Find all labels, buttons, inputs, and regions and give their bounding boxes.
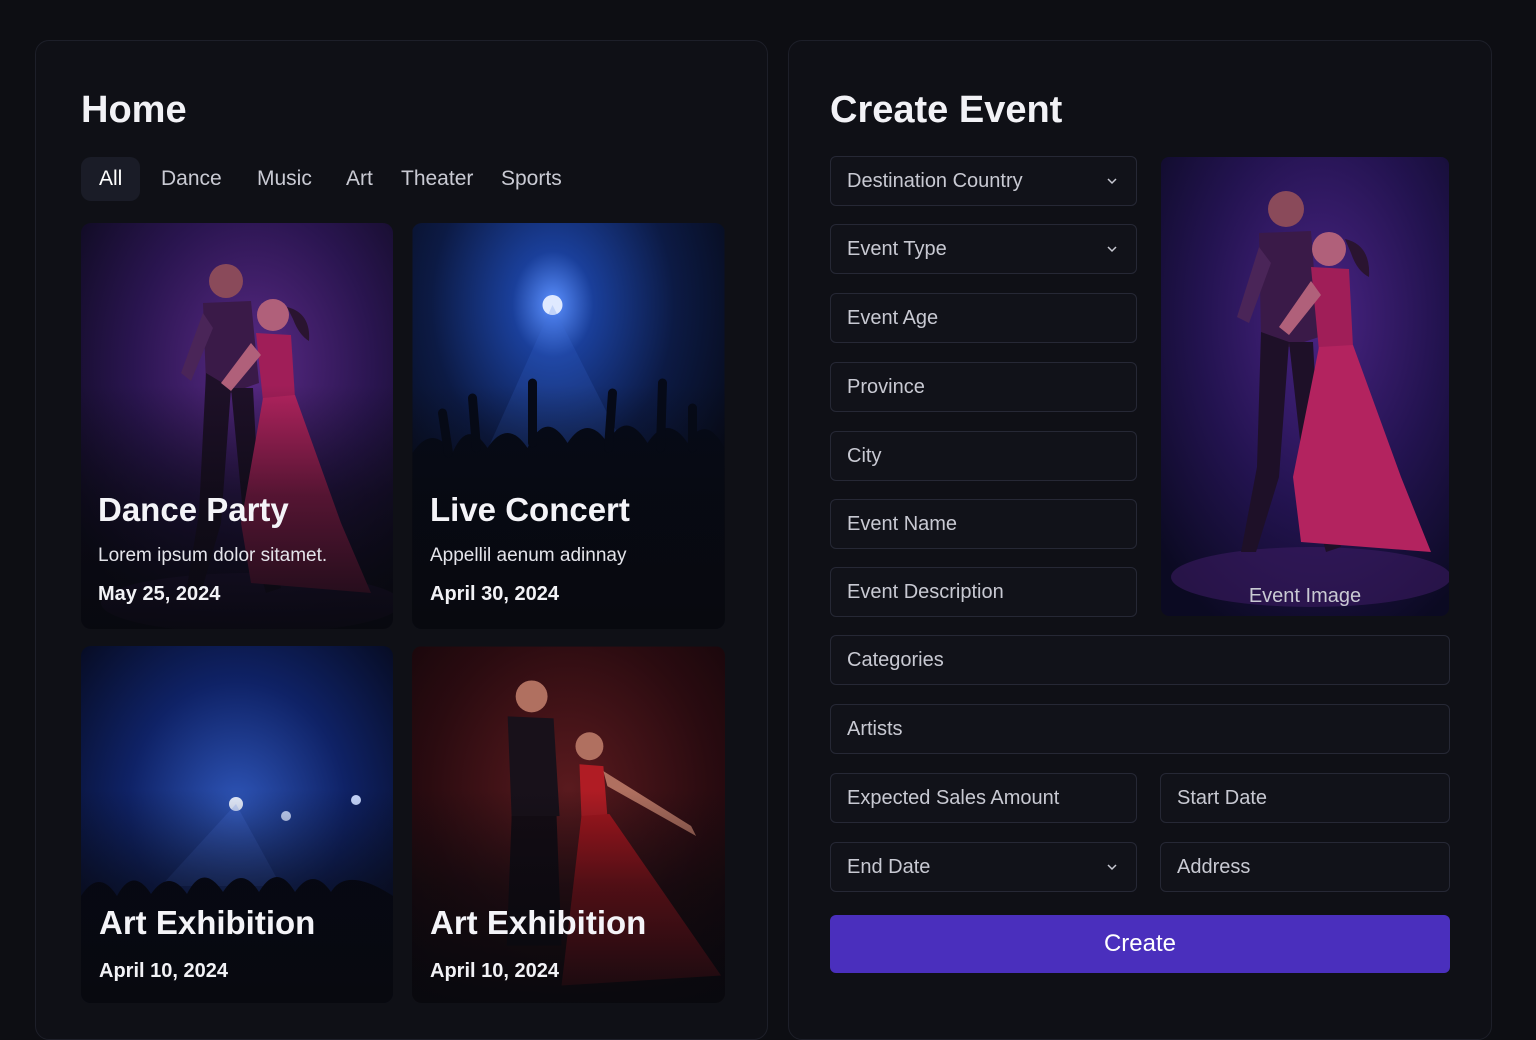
categories-input[interactable] <box>831 636 1449 684</box>
tab-art[interactable]: Art <box>346 157 373 201</box>
create-event-panel: Create Event Destination Country Event T… <box>788 40 1492 1040</box>
tab-all[interactable]: All <box>81 157 141 201</box>
expected-sales-input[interactable] <box>831 774 1136 822</box>
event-card-title: Art Exhibition <box>430 904 647 941</box>
province-field[interactable] <box>830 362 1137 412</box>
city-input[interactable] <box>831 432 1136 480</box>
tab-dance[interactable]: Dance <box>161 157 222 201</box>
event-card-date: May 25, 2024 <box>98 583 221 605</box>
event-card[interactable]: Art Exhibition April 10, 2024 <box>412 646 725 1003</box>
event-description-input[interactable] <box>831 568 1136 616</box>
destination-country-select[interactable]: Destination Country <box>830 156 1137 206</box>
event-card-title: Live Concert <box>430 491 630 528</box>
end-date-label: End Date <box>847 856 931 878</box>
chevron-down-icon <box>1107 246 1117 253</box>
event-name-input[interactable] <box>831 500 1136 548</box>
event-card-title: Dance Party <box>98 491 289 528</box>
event-card-description: Appellil aenum adinnay <box>430 545 627 566</box>
address-input[interactable] <box>1161 843 1449 891</box>
event-type-label: Event Type <box>847 238 947 260</box>
event-image-upload[interactable]: Event Image <box>1161 157 1449 616</box>
destination-country-label: Destination Country <box>847 170 1023 192</box>
event-age-input[interactable] <box>831 294 1136 342</box>
create-button[interactable]: Create <box>830 915 1450 973</box>
event-age-field[interactable] <box>830 293 1137 343</box>
city-field[interactable] <box>830 431 1137 481</box>
start-date-field[interactable] <box>1160 773 1450 823</box>
event-card-date: April 10, 2024 <box>430 960 559 982</box>
event-image-preview <box>1161 157 1449 616</box>
chevron-down-icon <box>1107 178 1117 185</box>
chevron-down-icon <box>1107 864 1117 871</box>
expected-sales-field[interactable] <box>830 773 1137 823</box>
form-title: Create Event <box>830 89 1063 131</box>
event-description-field[interactable] <box>830 567 1137 617</box>
end-date-select[interactable]: End Date <box>830 842 1137 892</box>
event-card-date: April 10, 2024 <box>99 960 228 982</box>
artists-input[interactable] <box>831 705 1449 753</box>
event-card[interactable]: Art Exhibition April 10, 2024 <box>81 646 393 1003</box>
home-panel: Home All Dance Music Art Theater Sports … <box>35 40 768 1040</box>
event-card[interactable]: Dance Party Lorem ipsum dolor sitamet. M… <box>81 223 393 629</box>
start-date-input[interactable] <box>1161 774 1449 822</box>
event-image-label: Event Image <box>1248 585 1362 607</box>
tab-theater[interactable]: Theater <box>401 157 473 201</box>
event-type-select[interactable]: Event Type <box>830 224 1137 274</box>
event-card[interactable]: Live Concert Appellil aenum adinnay Apri… <box>412 223 725 629</box>
artists-field[interactable] <box>830 704 1450 754</box>
address-field[interactable] <box>1160 842 1450 892</box>
page-title: Home <box>81 89 187 131</box>
event-card-description: Lorem ipsum dolor sitamet. <box>98 545 328 566</box>
event-name-field[interactable] <box>830 499 1137 549</box>
province-input[interactable] <box>831 363 1136 411</box>
event-card-date: April 30, 2024 <box>430 583 559 605</box>
tab-music[interactable]: Music <box>257 157 312 201</box>
categories-field[interactable] <box>830 635 1450 685</box>
event-card-title: Art Exhibition <box>99 904 316 941</box>
tab-sports[interactable]: Sports <box>501 157 562 201</box>
